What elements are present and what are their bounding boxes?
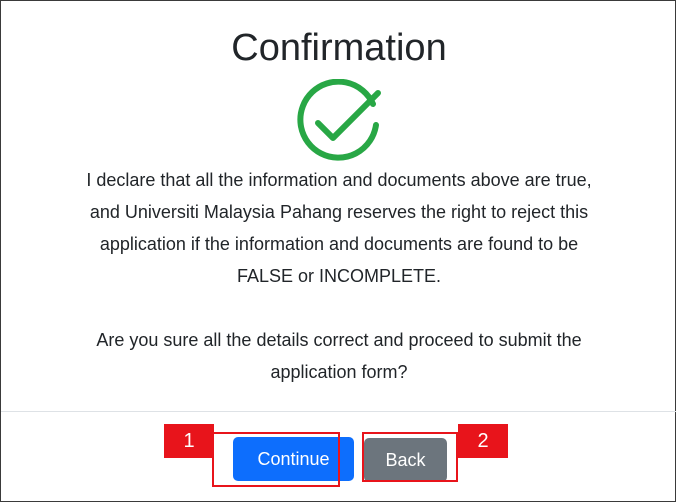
declaration-line: and Universiti Malaysia Pahang reserves … bbox=[89, 202, 589, 222]
declaration-line: I declare that all the information and d… bbox=[86, 170, 592, 190]
confirmation-question: Are you sure all the details correct and… bbox=[21, 324, 657, 388]
declaration-line: FALSE or INCOMPLETE. bbox=[236, 266, 442, 286]
dialog-title: Confirmation bbox=[231, 27, 447, 69]
declaration-line: application if the information and docum… bbox=[99, 234, 579, 254]
question-line: application form? bbox=[270, 362, 408, 382]
check-circle-icon bbox=[297, 79, 381, 161]
back-button[interactable]: Back bbox=[364, 438, 447, 482]
confirmation-dialog: Confirmation I declare that all the info… bbox=[0, 0, 676, 502]
annotation-marker-2: 2 bbox=[458, 424, 508, 458]
continue-button[interactable]: Continue bbox=[233, 437, 354, 481]
question-line: Are you sure all the details correct and… bbox=[96, 330, 582, 350]
footer-divider bbox=[1, 411, 676, 412]
annotation-marker-1: 1 bbox=[164, 424, 214, 458]
declaration-text: I declare that all the information and d… bbox=[21, 164, 657, 292]
